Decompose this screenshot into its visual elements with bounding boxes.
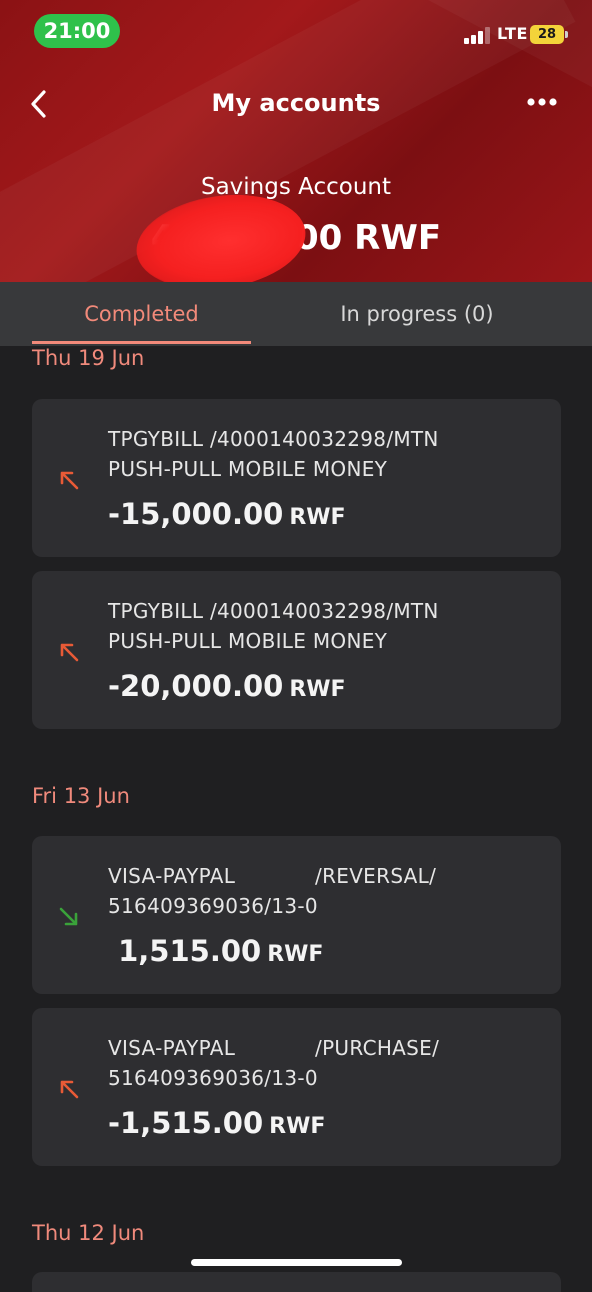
tab-completed[interactable]: Completed — [32, 282, 251, 346]
outgoing-arrow-icon — [60, 471, 79, 490]
transaction-description: PUSH-PULL MOBILE MONEY — [108, 629, 388, 653]
transaction-amount: 1,515.00 RWF — [108, 934, 323, 968]
account-header: 21:00 LTE 28 My accounts Savings Account… — [0, 0, 592, 282]
transaction-amount: -15,000.00 RWF — [108, 497, 346, 531]
transaction-description: TPGYBILL /4000140032298/MTN — [108, 427, 439, 451]
home-indicator[interactable] — [191, 1259, 402, 1266]
transaction-amount: -1,515.00 RWF — [108, 1106, 325, 1140]
transaction-card[interactable]: TPGYBILL /4000140032298/MTN PUSH-PULL MO… — [32, 399, 561, 557]
transaction-amount: -20,000.00 RWF — [108, 669, 346, 703]
date-header: Thu 19 Jun — [32, 346, 145, 370]
status-bar: 21:00 LTE 28 — [0, 0, 592, 60]
battery-icon: 28 — [530, 25, 568, 44]
amount-value: 1,515.00 — [108, 934, 262, 968]
amount-value: -15,000.00 — [108, 497, 284, 531]
transaction-description: VISA-PAYPAL /REVERSAL/ — [108, 864, 437, 888]
amount-currency: RWF — [267, 942, 324, 967]
amount-value: -20,000.00 — [108, 669, 284, 703]
transaction-description: 516409369036/13-0 — [108, 1066, 318, 1090]
date-header: Fri 13 Jun — [32, 784, 130, 808]
transaction-description: VISA-PAYPAL /PURCHASE/ — [108, 1036, 440, 1060]
transaction-card[interactable] — [32, 1272, 561, 1292]
amount-currency: RWF — [289, 505, 346, 530]
account-name: Savings Account — [200, 174, 392, 200]
outgoing-arrow-icon — [60, 1080, 79, 1099]
page-title: My accounts — [211, 89, 381, 117]
status-time: 21:00 — [34, 14, 120, 48]
signal-icon — [464, 26, 492, 44]
transaction-card[interactable]: VISA-PAYPAL /PURCHASE/ 516409369036/13-0… — [32, 1008, 561, 1166]
transaction-description: 516409369036/13-0 — [108, 894, 318, 918]
more-dots-icon — [527, 98, 557, 106]
transaction-description: PUSH-PULL MOBILE MONEY — [108, 457, 388, 481]
date-header: Thu 12 Jun — [32, 1221, 145, 1245]
amount-currency: RWF — [289, 677, 346, 702]
more-options-button[interactable] — [526, 90, 558, 114]
transaction-description: TPGYBILL /4000140032298/MTN — [108, 599, 439, 623]
incoming-arrow-icon — [59, 907, 78, 926]
transaction-card[interactable]: TPGYBILL /4000140032298/MTN PUSH-PULL MO… — [32, 571, 561, 729]
transaction-tabs: Completed In progress (0) — [0, 282, 592, 346]
active-tab-indicator — [32, 341, 251, 344]
tab-in-progress[interactable]: In progress (0) — [300, 282, 534, 346]
outgoing-arrow-icon — [60, 643, 79, 662]
transaction-card[interactable]: VISA-PAYPAL /REVERSAL/ 516409369036/13-0… — [32, 836, 561, 994]
amount-value: -1,515.00 — [108, 1106, 264, 1140]
network-label: LTE — [497, 24, 528, 43]
battery-level: 28 — [537, 27, 557, 42]
amount-currency: RWF — [269, 1114, 326, 1139]
